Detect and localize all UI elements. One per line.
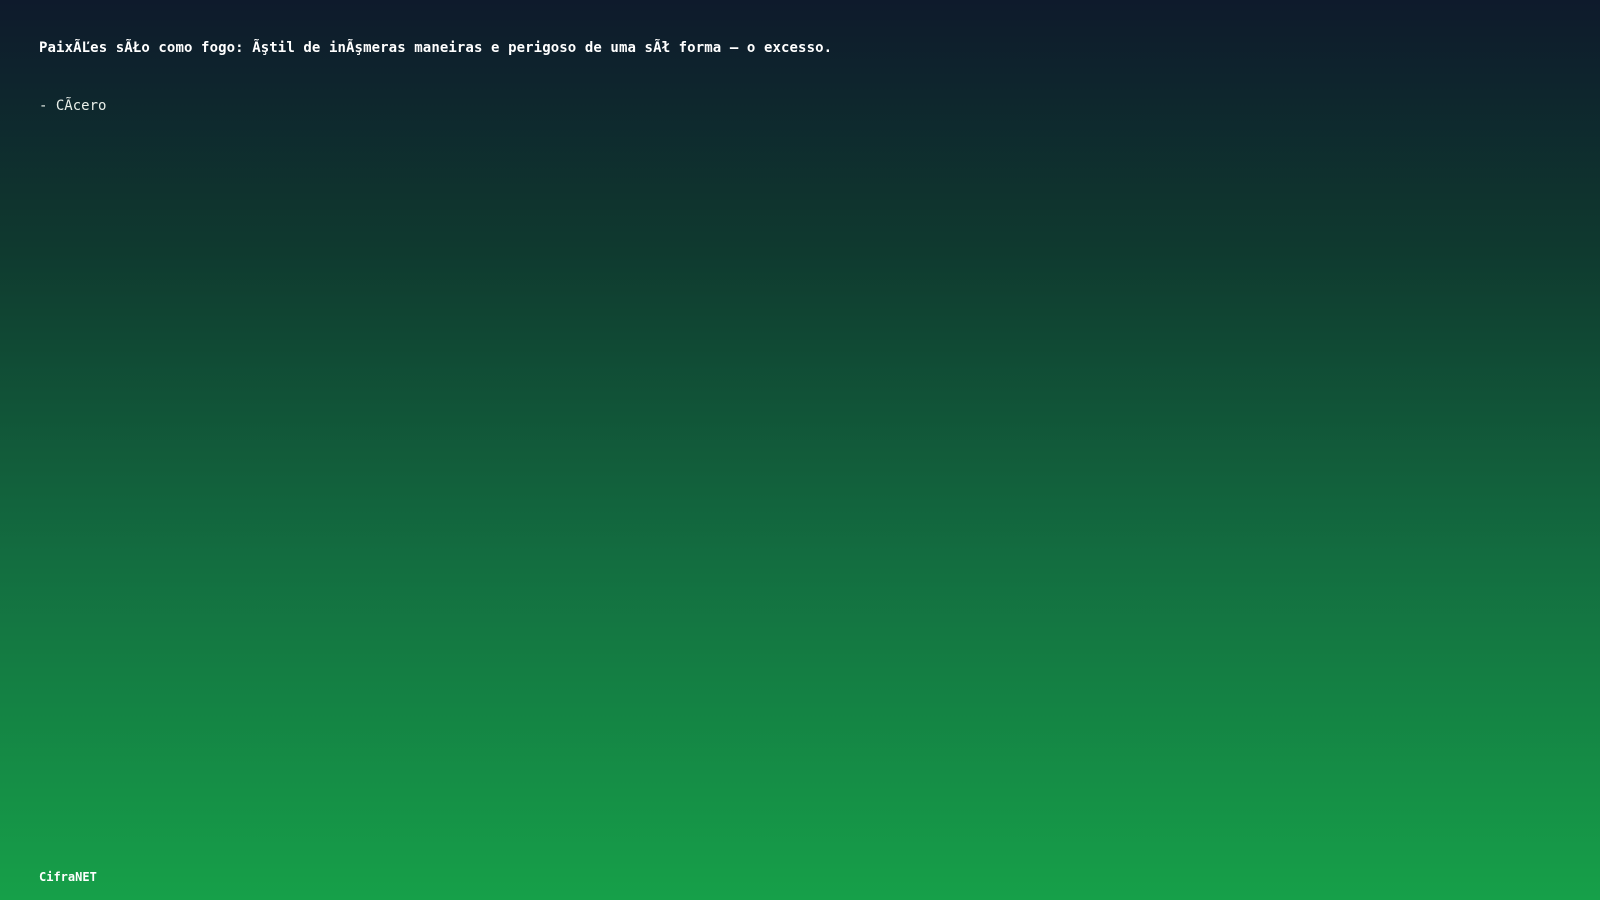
quote-author: - CÃ­cero: [39, 98, 107, 114]
quote-panel: PaixÃĽes sÃŁo como fogo: Ãştil de inÃşme…: [39, 38, 1539, 116]
brand-label: CifraNET: [39, 870, 97, 884]
quote-text: PaixÃĽes sÃŁo como fogo: Ãştil de inÃşme…: [39, 40, 833, 56]
